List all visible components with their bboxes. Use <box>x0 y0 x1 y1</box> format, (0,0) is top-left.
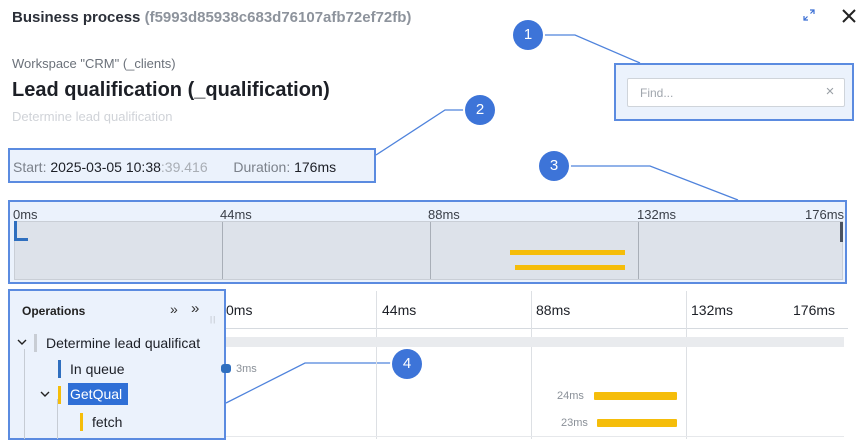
duration-label-getqual: 24ms <box>557 390 584 402</box>
tree-guide <box>24 349 25 439</box>
timeline-grid-line <box>376 291 377 439</box>
timeline-bar-fetch[interactable] <box>597 419 677 427</box>
overview-tick-4: 176ms <box>805 207 845 222</box>
timeline-tick-3: 132ms <box>691 302 734 318</box>
overview-grid-line <box>430 222 431 279</box>
callout-badge-1: 1 <box>513 20 543 50</box>
overview-tick-3: 132ms <box>637 207 677 222</box>
timeline-grid-line <box>531 291 532 439</box>
duration-value: 176ms <box>294 159 337 175</box>
overview-queue-mark <box>14 238 28 241</box>
resize-grip-icon[interactable]: || <box>210 315 216 324</box>
chevron-down-icon[interactable] <box>40 389 50 401</box>
timeline-bottom-line <box>226 436 844 437</box>
overview-bar-fetch <box>515 265 625 270</box>
collapse-all-icon[interactable]: » <box>170 301 178 317</box>
overview-tick-1: 44ms <box>220 207 252 222</box>
duration-label-in-queue: 3ms <box>236 363 257 375</box>
clear-icon[interactable]: × <box>822 84 838 100</box>
operation-in-queue[interactable]: In queue <box>70 356 125 382</box>
callout-badge-2: 2 <box>465 95 495 125</box>
expand-panel-icon[interactable]: » <box>191 300 199 317</box>
timeline-bar-root[interactable] <box>226 337 844 347</box>
timeline-header: 0ms 44ms 88ms 132ms 176ms <box>226 291 848 329</box>
operation-getqual-selected[interactable]: GetQual <box>68 383 128 405</box>
operations-header: Operations » » || <box>10 291 224 327</box>
timeline-tick-4: 176ms <box>793 302 836 318</box>
duration-label: Duration: <box>233 159 291 175</box>
callout-badge-3: 3 <box>539 151 569 181</box>
overview-tick-2: 88ms <box>428 207 460 222</box>
start-label: Start: <box>13 159 47 175</box>
search-callout-box: × <box>614 63 854 121</box>
timeline-bar-in-queue[interactable] <box>221 364 231 373</box>
callout-badge-4: 4 <box>392 349 422 379</box>
search-input[interactable] <box>627 78 845 107</box>
start-ms: :39.416 <box>160 159 208 175</box>
operations-title: Operations <box>22 304 86 318</box>
overview-tick-0: 0ms <box>13 207 38 222</box>
operation-root[interactable]: Determine lead qualificat <box>46 330 222 356</box>
tree-guide <box>57 399 58 439</box>
operation-color-bar <box>80 413 83 431</box>
timeline-grid-line <box>686 291 687 439</box>
timeline-bar-getqual[interactable] <box>594 392 677 400</box>
overview-bar-getqual <box>510 250 625 255</box>
start-value: 2025-03-05 10:38 <box>50 159 161 175</box>
timeline-tick-2: 88ms <box>536 302 571 318</box>
operation-color-bar <box>34 334 37 352</box>
operation-color-bar <box>58 360 61 378</box>
overview-timeline[interactable]: 0ms 44ms 88ms 132ms 176ms <box>8 200 847 284</box>
overview-right-handle[interactable] <box>840 222 843 242</box>
overview-track[interactable] <box>14 221 843 280</box>
timeline-tick-1: 44ms <box>382 302 417 318</box>
overview-grid-line <box>222 222 223 279</box>
overview-grid-line <box>638 222 639 279</box>
stats-callout-box: Start: 2025-03-05 10:38:39.416 Duration:… <box>8 148 376 183</box>
operations-panel: Operations » » || Determine lead qualifi… <box>8 289 226 440</box>
operation-fetch[interactable]: fetch <box>92 409 122 435</box>
chevron-down-icon[interactable] <box>17 337 27 349</box>
timeline-tick-0: 0ms <box>226 302 253 318</box>
operation-color-bar <box>58 386 61 404</box>
duration-label-fetch: 23ms <box>561 417 588 429</box>
run-stats: Start: 2025-03-05 10:38:39.416 Duration:… <box>13 159 336 175</box>
